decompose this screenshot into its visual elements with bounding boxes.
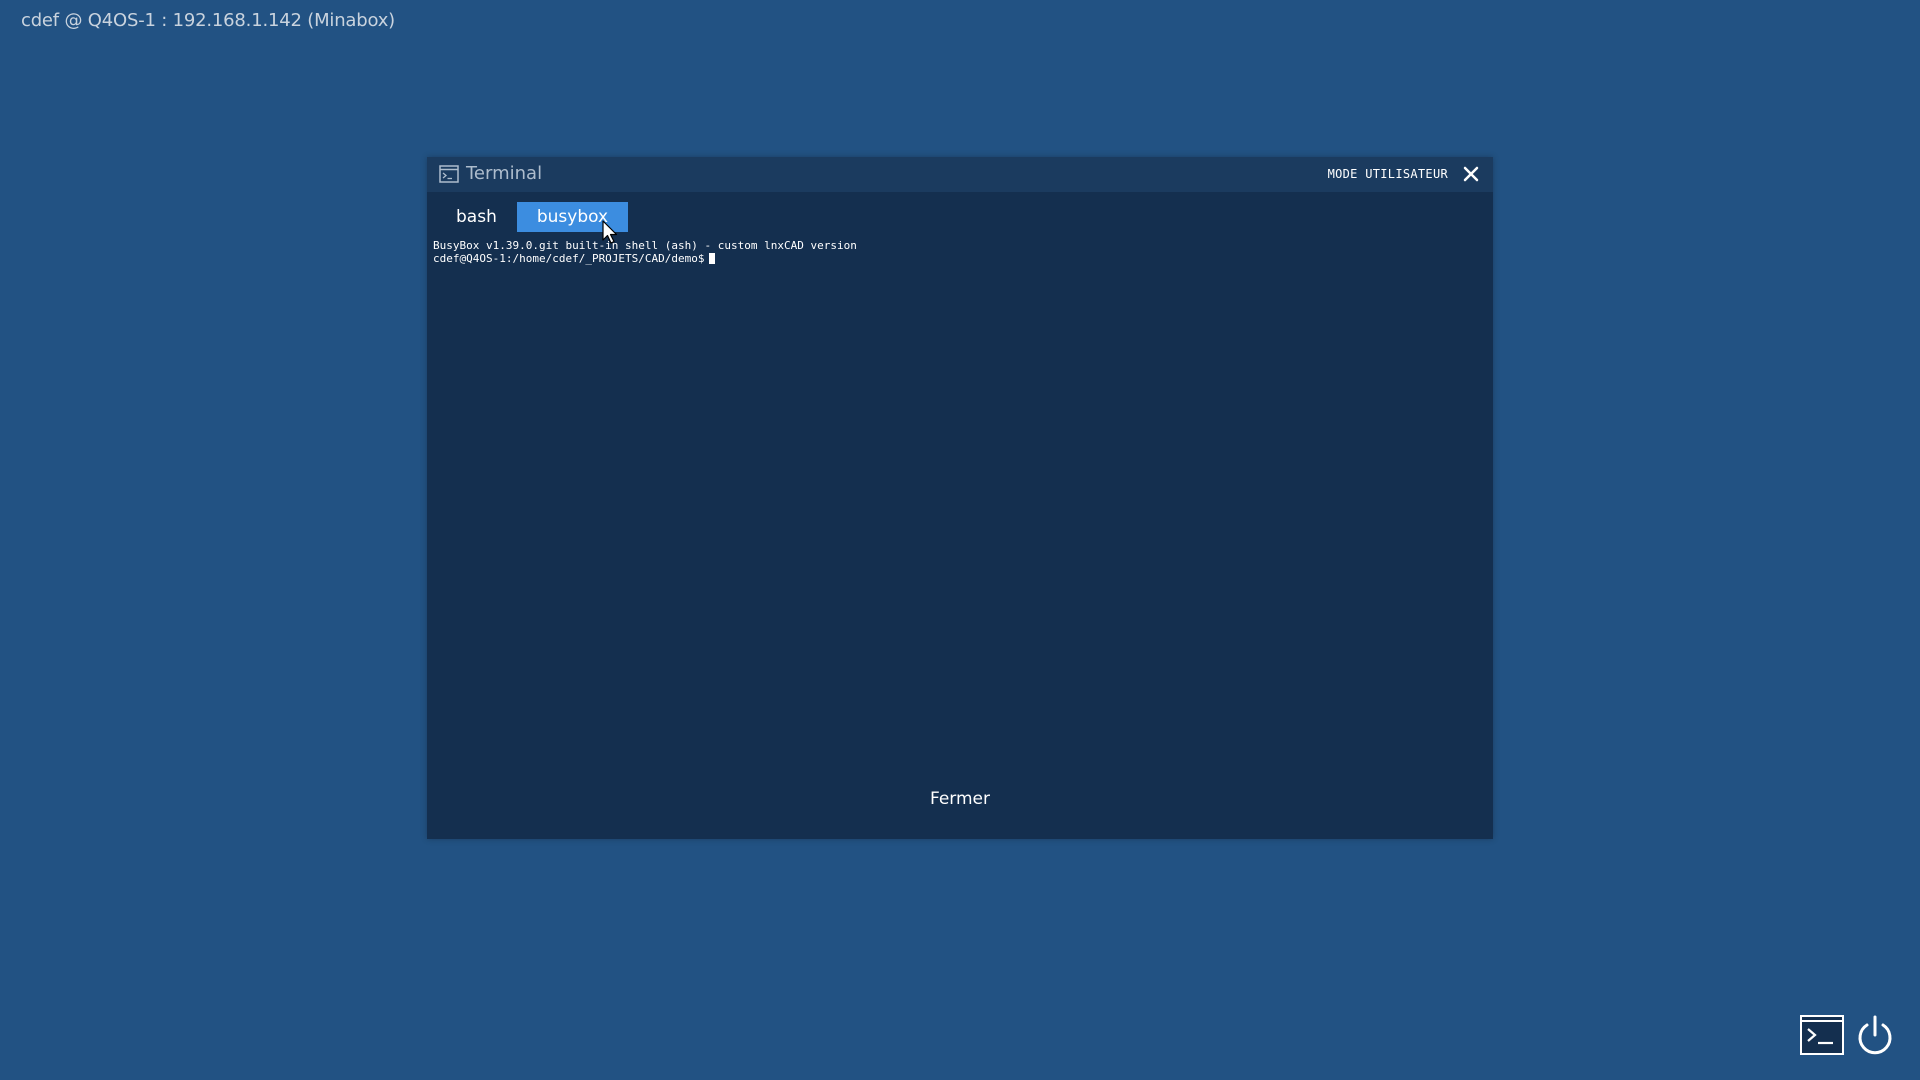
tab-busybox[interactable]: busybox [516,202,629,232]
power-icon[interactable] [1855,1015,1895,1057]
close-button[interactable]: Fermer [916,783,1004,815]
close-button-wrapper: Fermer [427,789,1493,809]
window-title: Terminal [466,163,543,184]
host-label: cdef @ Q4OS-1 : 192.168.1.142 (Minabox) [21,10,396,31]
terminal-prompt-line: cdef@Q4OS-1:/home/cdef/_PROJETS/CAD/demo… [433,252,1487,265]
text-cursor [708,253,715,264]
window-titlebar[interactable]: Terminal MODE UTILISATEUR [427,157,1493,192]
terminal-window: Terminal MODE UTILISATEUR bash busybox B… [427,157,1493,839]
terminal-line: BusyBox v1.39.0.git built-in shell (ash)… [433,239,857,252]
mode-label: MODE UTILISATEUR [1327,167,1448,181]
close-icon[interactable] [1461,164,1481,184]
terminal-icon [439,165,459,183]
terminal-prompt: cdef@Q4OS-1:/home/cdef/_PROJETS/CAD/demo… [433,252,705,265]
desktop: cdef @ Q4OS-1 : 192.168.1.142 (Minabox) … [0,0,1920,1080]
tab-bash[interactable]: bash [447,202,517,232]
shell-tabs: bash busybox [447,202,629,232]
terminal-output[interactable]: BusyBox v1.39.0.git built-in shell (ash)… [433,239,1487,265]
terminal-icon[interactable] [1800,1015,1844,1055]
